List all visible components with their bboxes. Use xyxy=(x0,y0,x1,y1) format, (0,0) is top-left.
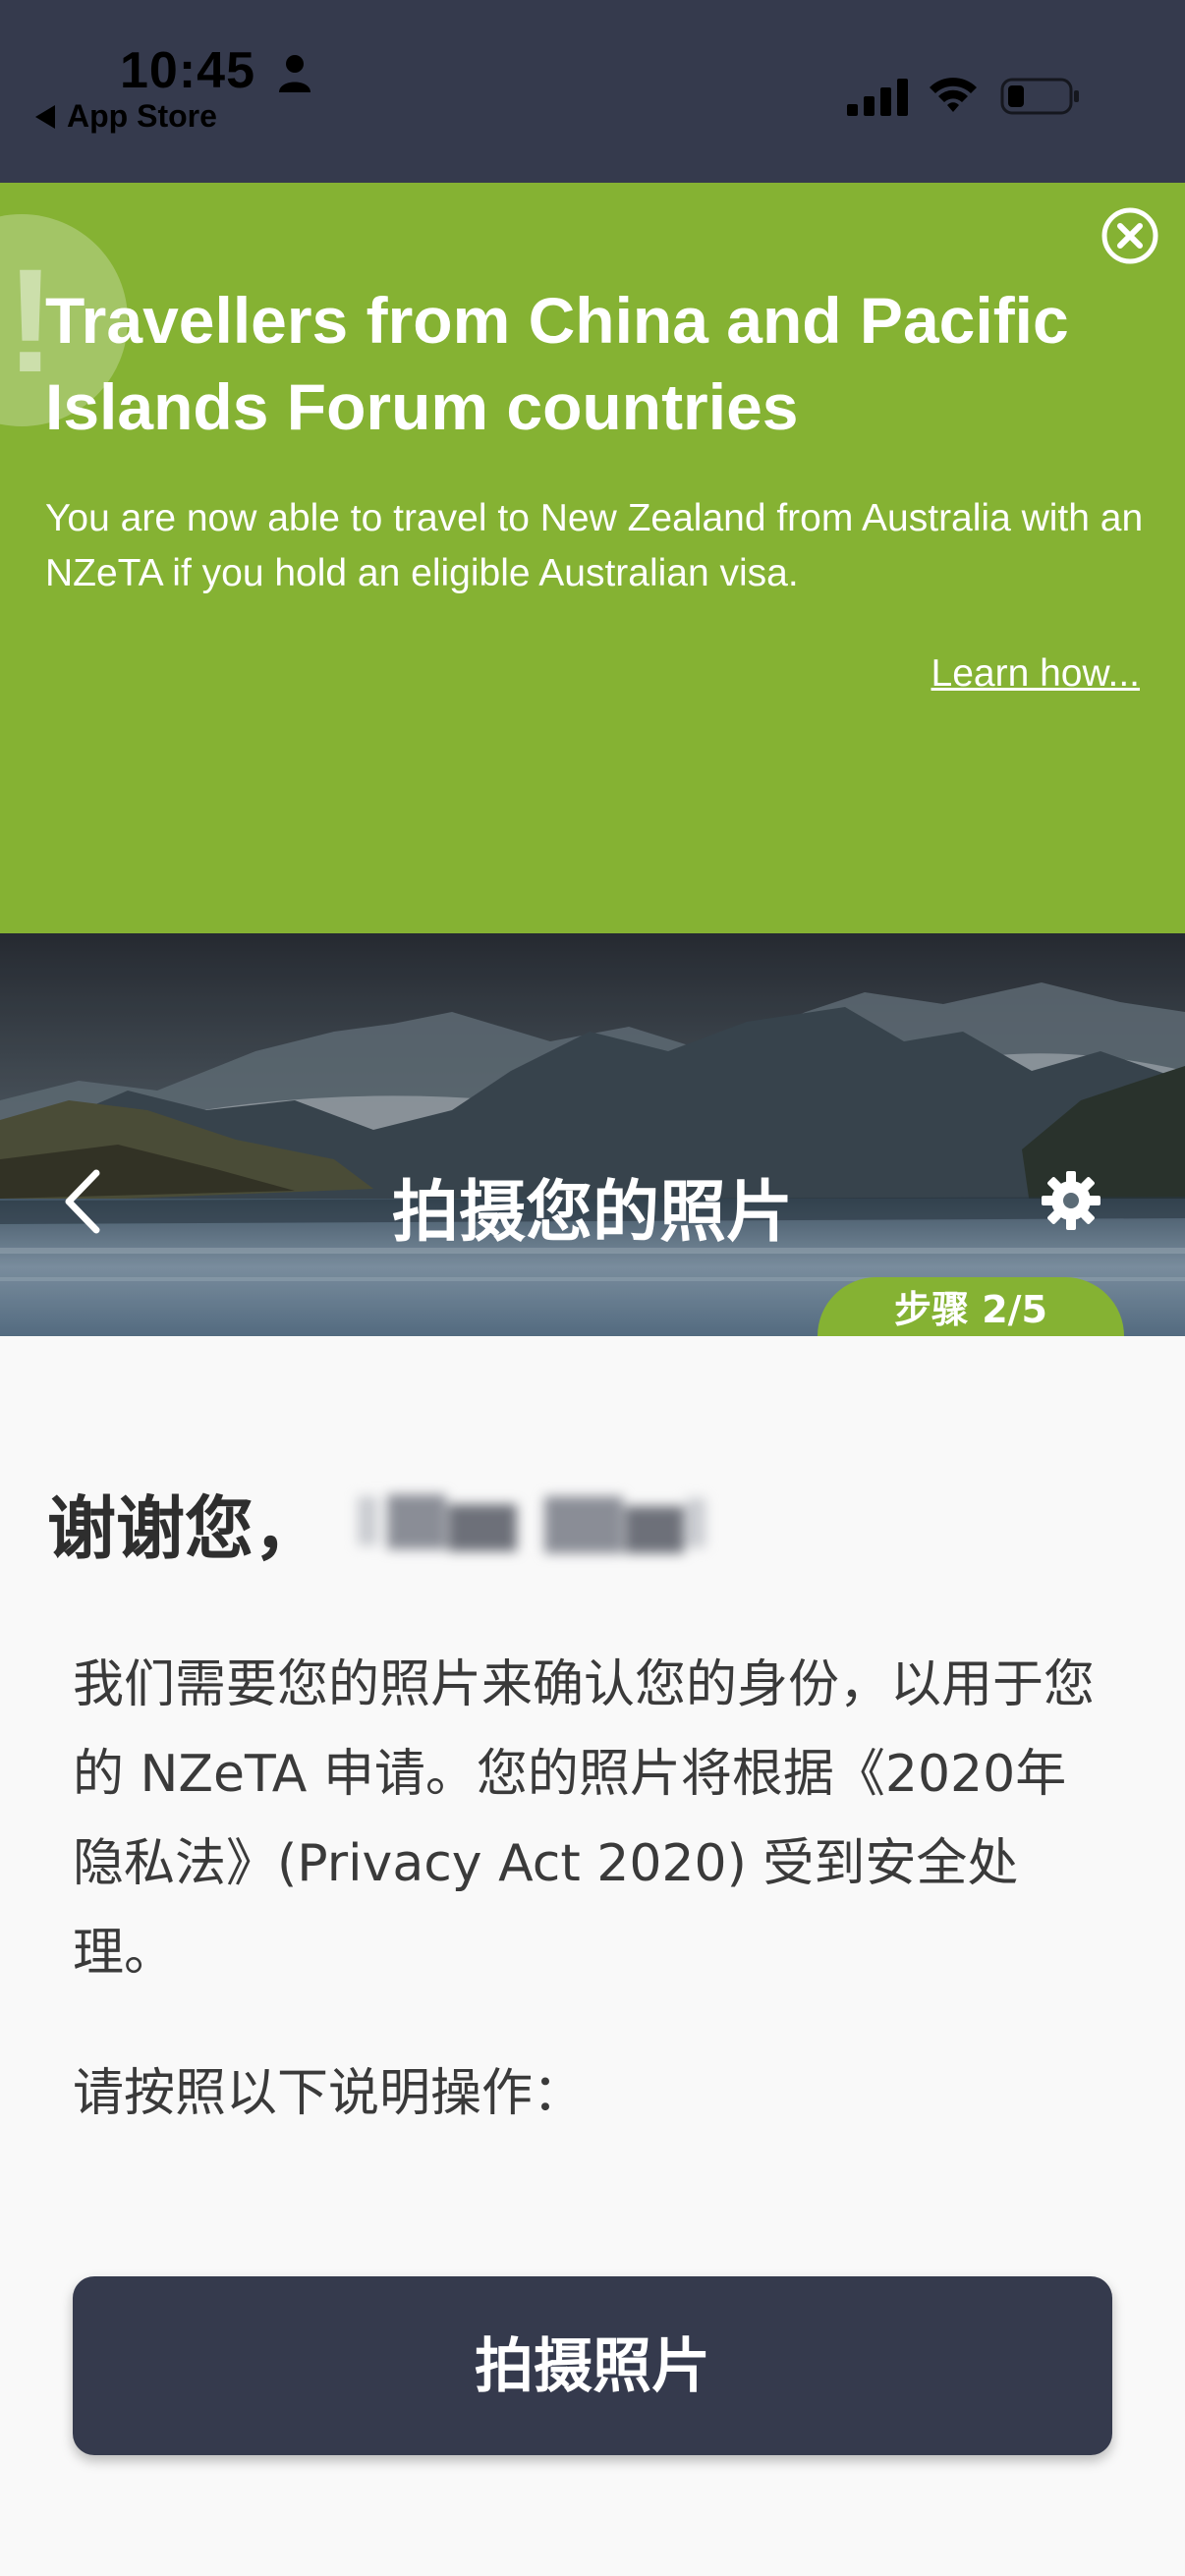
instructions-label: 请按照以下说明操作： xyxy=(73,2064,585,2123)
app-screen: 10:45 App Store ! Travellers from China … xyxy=(0,0,1185,2576)
signal-icon xyxy=(847,79,908,116)
status-time: 10:45 xyxy=(120,42,255,99)
back-app-label: App Store xyxy=(67,98,217,134)
back-to-app-store[interactable]: App Store xyxy=(35,98,217,135)
step-badge: 步骤 2/5 xyxy=(818,1277,1124,1336)
intro-paragraph: 我们需要您的照片来确认您的身份，以用于您的 NZeTA 申请。您的照片将根据《2… xyxy=(73,1655,1096,1983)
hero-header: 拍摄您的照片 步骤 2/5 xyxy=(0,933,1185,1336)
banner-title: Travellers from China and Pacific Island… xyxy=(45,284,1069,443)
greeting-text: 谢谢您， xyxy=(47,1488,322,1569)
wifi-icon xyxy=(930,78,977,112)
battery-icon xyxy=(1000,78,1079,115)
back-triangle-icon xyxy=(35,104,55,129)
person-icon xyxy=(279,55,310,92)
banner-text: You are now able to travel to New Zealan… xyxy=(45,497,1144,594)
page-title: 拍摄您的照片 xyxy=(391,1174,793,1252)
take-photo-button[interactable]: 拍摄照片 xyxy=(73,2276,1112,2455)
greeting-row: 谢谢您， xyxy=(47,1474,707,1573)
redacted-name xyxy=(358,1486,707,1561)
announcement-banner: ! Travellers from China and Pacific Isla… xyxy=(0,183,1185,933)
learn-how-link[interactable]: Learn how... xyxy=(931,652,1140,696)
close-circle-icon[interactable] xyxy=(1100,206,1159,265)
landscape-image xyxy=(0,933,1185,1336)
status-bar: 10:45 App Store xyxy=(0,0,1185,183)
gear-icon[interactable] xyxy=(1040,1169,1102,1232)
